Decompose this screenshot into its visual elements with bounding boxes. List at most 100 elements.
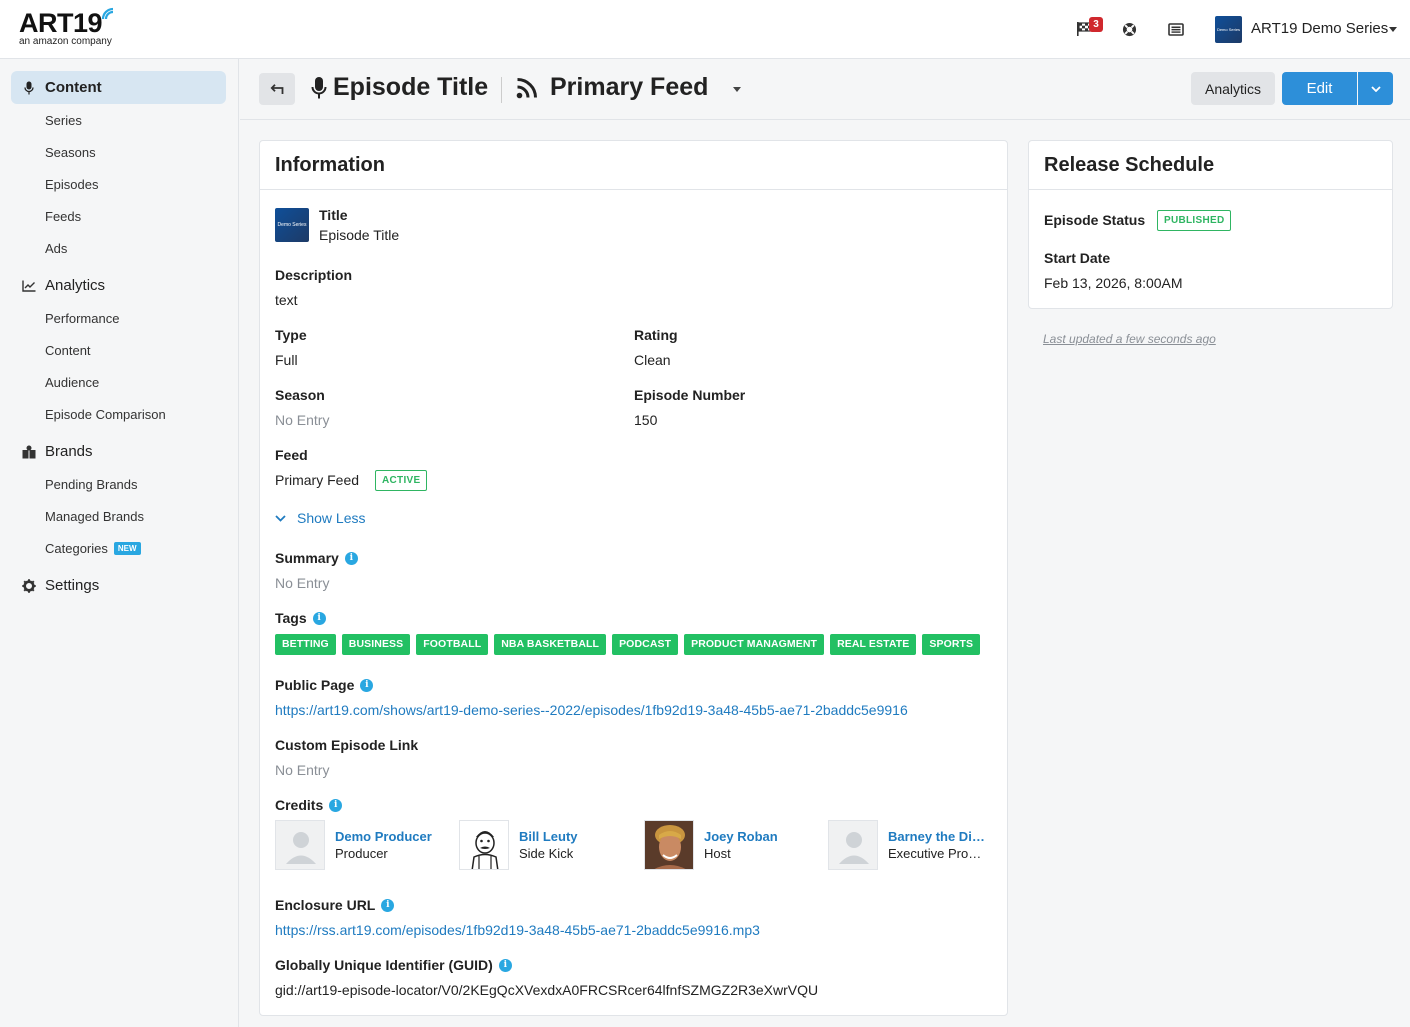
- chevron-down-icon: [1370, 85, 1381, 92]
- sidebar-item-audience[interactable]: Audience: [45, 375, 99, 390]
- release-schedule-heading: Release Schedule: [1029, 141, 1392, 190]
- type-label: Type: [275, 327, 307, 343]
- tag-chip: FOOTBALL: [416, 634, 489, 655]
- notification-badge: 3: [1089, 17, 1103, 32]
- enclosure-url-link[interactable]: https://rss.art19.com/episodes/1fb92d19-…: [275, 922, 760, 938]
- feed-title-heading[interactable]: Primary Feed: [516, 73, 708, 102]
- avatar-placeholder-icon: [275, 820, 325, 870]
- season-label: Season: [275, 387, 325, 403]
- sidebar-group-label: Content: [45, 79, 102, 96]
- public-page-link[interactable]: https://art19.com/shows/art19-demo-serie…: [275, 702, 908, 718]
- sidebar-item-episodes[interactable]: Episodes: [45, 177, 98, 192]
- help-lifebuoy-icon[interactable]: [1117, 17, 1141, 41]
- release-schedule-panel: Release Schedule Episode Status PUBLISHE…: [1028, 140, 1393, 309]
- info-icon[interactable]: i: [312, 611, 326, 625]
- sidebar-item-managed-brands[interactable]: Managed Brands: [45, 509, 144, 524]
- title-value: Episode Title: [319, 227, 400, 243]
- credit-item[interactable]: Barney the Dinosaur Executive Producer: [828, 820, 998, 872]
- tag-chip: PODCAST: [612, 634, 679, 655]
- show-less-label: Show Less: [297, 510, 366, 526]
- tag-chip: BUSINESS: [341, 634, 411, 655]
- microphone-icon: [21, 80, 37, 96]
- tag-chip: SPORTS: [922, 634, 981, 655]
- info-icon[interactable]: i: [360, 678, 374, 692]
- sidebar-group-brands[interactable]: Brands: [11, 435, 226, 468]
- feed-label: Feed: [275, 447, 308, 463]
- episode-status-badge: PUBLISHED: [1157, 210, 1232, 231]
- sidebar-item-pending-brands[interactable]: Pending Brands: [45, 477, 138, 492]
- start-date-label: Start Date: [1044, 250, 1111, 266]
- last-updated-text: Last updated a few seconds ago: [1043, 332, 1216, 346]
- avatar-placeholder-icon: [828, 820, 878, 870]
- enclosure-url-label: Enclosure URL i: [275, 897, 395, 913]
- sidebar-item-ads[interactable]: Ads: [45, 241, 67, 256]
- analytics-button[interactable]: Analytics: [1191, 72, 1275, 105]
- sidebar-item-episode-comparison[interactable]: Episode Comparison: [45, 407, 166, 422]
- info-icon[interactable]: i: [329, 798, 343, 812]
- episode-title-heading: Episode Title: [311, 73, 488, 102]
- series-selector[interactable]: ART19 Demo Series: [1251, 20, 1388, 37]
- info-icon[interactable]: i: [381, 898, 395, 912]
- credit-name[interactable]: Bill Leuty: [519, 829, 578, 844]
- info-icon[interactable]: i: [344, 551, 358, 565]
- feed-value: Primary Feed: [275, 472, 360, 488]
- credit-name[interactable]: Joey Roban: [704, 829, 778, 844]
- feed-title-text: Primary Feed: [550, 73, 709, 101]
- title-label: Title: [319, 207, 348, 223]
- description-value: text: [275, 292, 298, 308]
- tag-chip: PRODUCT MANAGMENT: [684, 634, 825, 655]
- public-page-label: Public Page i: [275, 677, 374, 693]
- info-icon[interactable]: i: [498, 958, 512, 972]
- chevron-down-icon[interactable]: [1389, 27, 1397, 32]
- series-thumbnail[interactable]: Demo Series: [1215, 16, 1242, 43]
- guid-label-text: Globally Unique Identifier (GUID): [275, 957, 493, 973]
- sidebar-item-series[interactable]: Series: [45, 113, 82, 128]
- credit-role: Host: [704, 846, 731, 861]
- sidebar-group-analytics[interactable]: Analytics: [11, 269, 226, 302]
- line-chart-icon: [21, 278, 37, 294]
- type-value: Full: [275, 352, 298, 368]
- custom-episode-link-label: Custom Episode Link: [275, 737, 419, 753]
- episode-status-label: Episode Status: [1044, 212, 1146, 228]
- sidebar-group-content[interactable]: Content: [11, 71, 226, 104]
- header-divider: [501, 77, 502, 103]
- episode-thumbnail-text: Demo Series: [277, 222, 307, 228]
- credit-name[interactable]: Barney the Dinosaur: [888, 829, 988, 844]
- summary-label: Summary i: [275, 550, 358, 566]
- sidebar-item-seasons[interactable]: Seasons: [45, 145, 96, 160]
- guid-value: gid://art19-episode-locator/V0/2KEgQcXVe…: [275, 982, 819, 998]
- tags-list: BETTING BUSINESS FOOTBALL NBA BASKETBALL…: [275, 634, 981, 655]
- gear-icon: [21, 578, 37, 594]
- sidebar-group-settings[interactable]: Settings: [11, 569, 226, 602]
- news-icon[interactable]: [1164, 17, 1188, 41]
- episode-thumbnail[interactable]: Demo Series: [275, 208, 309, 242]
- art19-logo[interactable]: ART19 an amazon company: [19, 7, 119, 49]
- credit-item[interactable]: Bill Leuty Side Kick: [459, 820, 629, 872]
- sidebar-item-feeds[interactable]: Feeds: [45, 209, 81, 224]
- credit-role: Side Kick: [519, 846, 574, 861]
- brands-icon: [21, 444, 37, 460]
- back-button[interactable]: [259, 73, 295, 105]
- custom-episode-link-value: No Entry: [275, 762, 330, 778]
- avatar-cartoon-icon: [459, 820, 509, 870]
- logo-wave-icon: [101, 7, 114, 20]
- sidebar-group-label: Settings: [45, 577, 100, 594]
- credit-role: Producer: [335, 846, 388, 861]
- sidebar-item-analytics-content[interactable]: Content: [45, 343, 91, 358]
- credit-item[interactable]: Demo Producer Producer: [275, 820, 445, 872]
- chevron-down-icon[interactable]: [733, 87, 741, 92]
- tag-chip: BETTING: [275, 634, 336, 655]
- sidebar-group-label: Analytics: [45, 277, 106, 294]
- sidebar-item-performance[interactable]: Performance: [45, 311, 119, 326]
- guid-label: Globally Unique Identifier (GUID) i: [275, 957, 512, 973]
- public-page-label-text: Public Page: [275, 677, 355, 693]
- credit-item[interactable]: Joey Roban Host: [644, 820, 814, 872]
- edit-dropdown-button[interactable]: [1358, 72, 1393, 105]
- rss-icon: [516, 77, 537, 98]
- edit-button[interactable]: Edit: [1282, 72, 1357, 105]
- credits-label-text: Credits: [275, 797, 324, 813]
- credit-name[interactable]: Demo Producer: [335, 829, 432, 844]
- show-less-toggle[interactable]: Show Less: [275, 510, 365, 526]
- sidebar-item-categories[interactable]: Categories NEW: [45, 541, 141, 556]
- start-date-value: Feb 13, 2026, 8:00AM: [1044, 275, 1183, 291]
